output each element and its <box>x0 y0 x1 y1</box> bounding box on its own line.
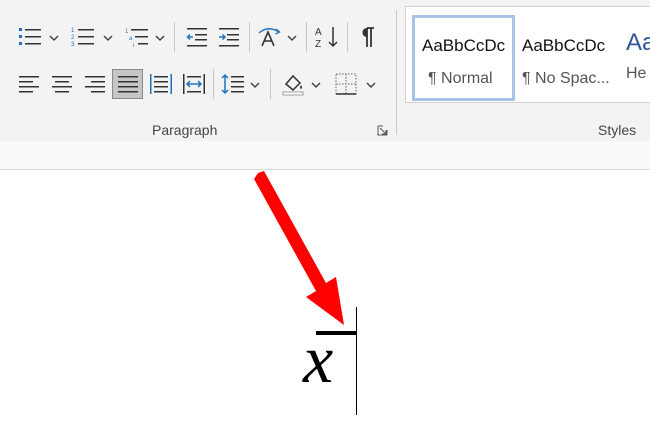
line-spacing-button[interactable] <box>218 69 248 99</box>
text-direction-ltr-button[interactable] <box>179 69 209 99</box>
style-name: He <box>626 65 647 82</box>
borders-icon <box>335 73 357 95</box>
align-left-icon <box>19 76 39 93</box>
shading-dropdown-icon[interactable] <box>311 80 321 90</box>
align-left-button[interactable] <box>14 69 44 99</box>
style-name: ¶ No Spac... <box>522 70 610 87</box>
numbering-button[interactable]: 1 2 3 <box>67 22 99 52</box>
svg-text:1: 1 <box>71 28 75 34</box>
style-name: ¶ Normal <box>428 70 493 87</box>
paint-bucket-icon <box>282 74 304 96</box>
bullets-dropdown-icon[interactable] <box>49 33 59 43</box>
increase-indent-icon <box>219 28 239 47</box>
align-right-icon <box>85 76 105 93</box>
style-normal[interactable]: AaBbCcDc ¶ Normal <box>412 15 515 101</box>
separator <box>306 22 307 52</box>
pilcrow-icon <box>362 27 374 47</box>
center-button[interactable] <box>47 69 77 99</box>
style-sample: Aa <box>626 29 650 56</box>
ribbon: 1 2 3 1 a i A Z Paragraph AaBbCcDc ¶ Nor… <box>0 0 650 141</box>
svg-text:A: A <box>315 27 322 38</box>
column-width-icon <box>183 74 205 94</box>
sort-icon: A Z <box>315 27 338 49</box>
multilevel-list-icon: 1 a i <box>125 29 148 48</box>
svg-text:i: i <box>133 43 134 48</box>
numbering-icon: 1 2 3 <box>71 28 94 48</box>
svg-text:2: 2 <box>71 35 75 41</box>
svg-text:a: a <box>129 36 133 42</box>
increase-indent-button[interactable] <box>214 22 244 52</box>
text-direction-dropdown-icon[interactable] <box>287 33 297 43</box>
borders-button[interactable] <box>331 69 361 99</box>
paragraph-dialog-launcher-icon[interactable] <box>377 125 388 136</box>
separator <box>213 69 214 99</box>
equation-x-bar[interactable]: x <box>303 325 333 393</box>
multilevel-list-dropdown-icon[interactable] <box>155 33 165 43</box>
styles-group-label: Styles <box>598 122 637 138</box>
style-heading[interactable]: Aa He <box>626 15 650 115</box>
distributed-button[interactable] <box>146 69 176 99</box>
decrease-indent-icon <box>186 28 207 47</box>
shading-button[interactable] <box>277 69 309 99</box>
group-separator <box>396 10 397 135</box>
decrease-indent-button[interactable] <box>182 22 212 52</box>
text-direction-button[interactable] <box>254 22 286 52</box>
style-sample: AaBbCcDc <box>522 36 606 55</box>
line-spacing-icon <box>221 73 244 95</box>
align-right-button[interactable] <box>80 69 110 99</box>
styles-gallery: AaBbCcDc ¶ Normal AaBbCcDc ¶ No Spac... … <box>405 6 650 103</box>
asian-layout-icon <box>258 28 281 47</box>
justify-button[interactable] <box>112 69 143 99</box>
separator <box>270 69 271 99</box>
line-spacing-dropdown-icon[interactable] <box>250 80 260 90</box>
borders-dropdown-icon[interactable] <box>366 80 376 90</box>
separator <box>174 22 175 52</box>
separator <box>249 22 250 52</box>
bullets-icon <box>19 28 41 45</box>
svg-text:3: 3 <box>71 42 75 48</box>
align-center-icon <box>52 76 72 93</box>
multilevel-list-button[interactable]: 1 a i <box>121 22 153 52</box>
show-formatting-marks-button[interactable] <box>353 22 383 52</box>
red-arrow-icon <box>254 171 344 325</box>
paragraph-group-label: Paragraph <box>152 122 218 138</box>
separator <box>347 22 348 52</box>
svg-text:Z: Z <box>315 39 321 49</box>
distributed-icon <box>150 74 172 94</box>
svg-text:1: 1 <box>125 29 129 35</box>
sort-button[interactable]: A Z <box>312 22 342 52</box>
style-no-spacing[interactable]: AaBbCcDc ¶ No Spac... <box>518 15 626 122</box>
bullets-button[interactable] <box>14 22 46 52</box>
style-sample: AaBbCcDc <box>422 36 506 55</box>
justify-icon <box>117 76 138 93</box>
numbering-dropdown-icon[interactable] <box>103 33 113 43</box>
text-cursor <box>356 307 357 415</box>
